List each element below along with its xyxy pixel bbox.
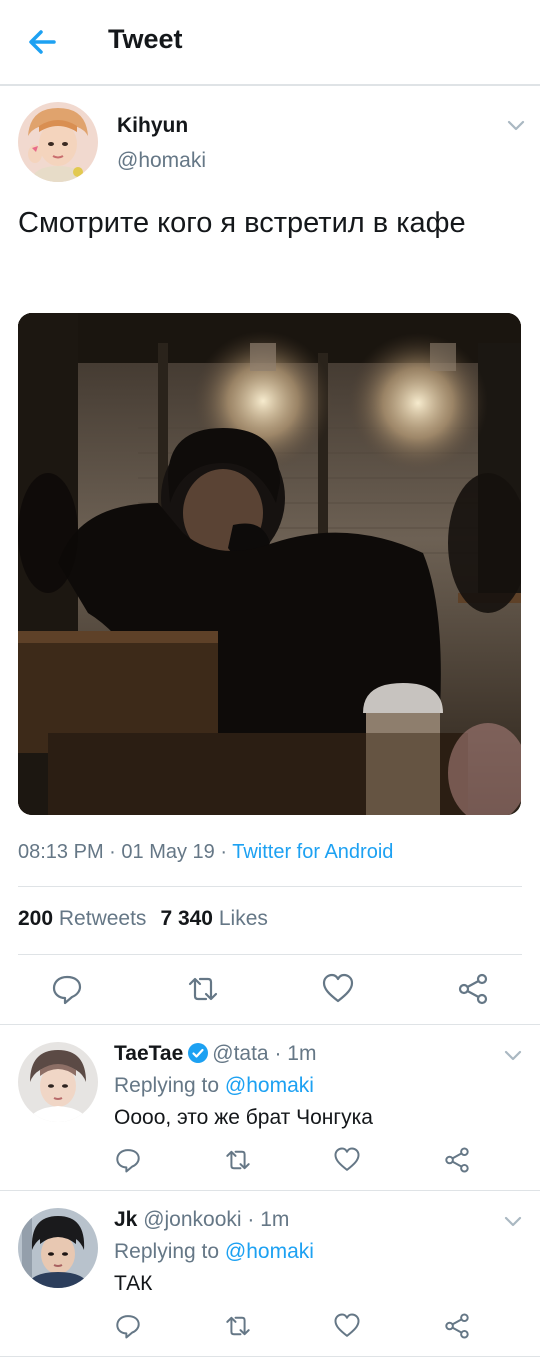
share-icon bbox=[458, 973, 488, 1005]
like-icon bbox=[334, 1313, 360, 1337]
page-title: Tweet bbox=[108, 24, 183, 54]
tweet-date: 01 May 19 bbox=[121, 841, 215, 863]
tweet-source-link[interactable]: Twitter for Android bbox=[232, 841, 393, 863]
reply-icon bbox=[52, 975, 82, 1005]
tweet-time: 08:13 PM bbox=[18, 841, 104, 863]
replying-label: Replying to bbox=[114, 1074, 220, 1097]
retweet-icon bbox=[226, 1150, 250, 1170]
meta-separator: · bbox=[241, 1208, 261, 1231]
meta-separator: · bbox=[214, 841, 233, 863]
reply-text: Оооо, это же брат Чонгука bbox=[114, 1106, 373, 1129]
reply-menu-button[interactable] bbox=[502, 1210, 524, 1232]
chevron-down-icon bbox=[504, 1050, 522, 1061]
chevron-down-icon bbox=[504, 1216, 522, 1227]
replying-to-link[interactable]: @homaki bbox=[225, 1074, 314, 1097]
author-handle[interactable]: @homaki bbox=[117, 149, 206, 173]
reply-author-handle[interactable]: @tata bbox=[212, 1042, 268, 1065]
reply-avatar[interactable] bbox=[18, 1042, 98, 1122]
top-bar: Tweet bbox=[0, 0, 540, 86]
tweet-menu-button[interactable] bbox=[505, 114, 527, 136]
reply-icon bbox=[116, 1315, 140, 1339]
reply-text: ТАК bbox=[114, 1272, 153, 1295]
like-button[interactable] bbox=[321, 972, 355, 1006]
reply-author-handle[interactable]: @jonkooki bbox=[143, 1208, 241, 1231]
tweet-stats: 200 Retweets 7 340 Likes bbox=[18, 907, 268, 931]
reply-tweet[interactable]: Jk @jonkooki · 1m Replying to @homaki ТА… bbox=[0, 1190, 540, 1356]
reply-menu-button[interactable] bbox=[502, 1044, 524, 1066]
meta-separator: · bbox=[268, 1042, 288, 1065]
tweet-author: Kihyun @homaki bbox=[0, 86, 540, 196]
replying-to: Replying to @homaki bbox=[114, 1074, 314, 1098]
tweet-photo[interactable] bbox=[18, 313, 521, 815]
retweets-stat[interactable]: 200 Retweets bbox=[18, 907, 146, 930]
like-icon bbox=[334, 1147, 360, 1171]
reply-button[interactable] bbox=[114, 1146, 142, 1174]
meta-separator: · bbox=[103, 841, 122, 863]
like-button[interactable] bbox=[333, 1146, 361, 1174]
reply-avatar[interactable] bbox=[18, 1208, 98, 1288]
retweet-icon bbox=[188, 977, 218, 1001]
reply-button[interactable] bbox=[114, 1312, 142, 1340]
chevron-down-icon bbox=[507, 120, 525, 131]
like-button[interactable] bbox=[333, 1312, 361, 1340]
likes-stat[interactable]: 7 340 Likes bbox=[160, 907, 267, 930]
retweets-label: Retweets bbox=[58, 907, 147, 930]
share-button[interactable] bbox=[443, 1146, 471, 1174]
reply-author-name[interactable]: Jk bbox=[114, 1208, 137, 1231]
share-button[interactable] bbox=[443, 1312, 471, 1340]
back-button[interactable] bbox=[22, 22, 62, 62]
reply-header: Jk @jonkooki · 1m bbox=[114, 1208, 289, 1232]
retweets-count: 200 bbox=[18, 907, 54, 930]
like-icon bbox=[322, 973, 354, 1003]
reply-icon bbox=[116, 1149, 140, 1173]
share-icon bbox=[445, 1313, 469, 1339]
divider bbox=[18, 954, 522, 955]
reply-button[interactable] bbox=[50, 972, 84, 1006]
likes-label: Likes bbox=[218, 907, 268, 930]
retweet-button[interactable] bbox=[224, 1312, 252, 1340]
divider bbox=[18, 886, 522, 887]
retweet-button[interactable] bbox=[186, 972, 220, 1006]
tweet-meta: 08:13 PM · 01 May 19 · Twitter for Andro… bbox=[18, 841, 393, 864]
share-button[interactable] bbox=[456, 972, 490, 1006]
author-avatar[interactable] bbox=[18, 102, 98, 182]
reply-tweet[interactable]: TaeTae @tata · 1m Replying to @homaki Ооо… bbox=[0, 1024, 540, 1190]
replying-to: Replying to @homaki bbox=[114, 1240, 314, 1264]
replying-label: Replying to bbox=[114, 1240, 220, 1263]
replying-to-link[interactable]: @homaki bbox=[225, 1240, 314, 1263]
arrow-left-icon bbox=[29, 30, 56, 54]
reply-time: 1m bbox=[287, 1042, 317, 1065]
tweet-text: Смотрите кого я встретил в кафе bbox=[18, 207, 466, 239]
reply-author-name[interactable]: TaeTae bbox=[114, 1042, 183, 1065]
share-icon bbox=[445, 1147, 469, 1173]
retweet-button[interactable] bbox=[224, 1146, 252, 1174]
likes-count: 7 340 bbox=[160, 907, 213, 930]
reply-header: TaeTae @tata · 1m bbox=[114, 1042, 316, 1066]
reply-time: 1m bbox=[260, 1208, 290, 1231]
retweet-icon bbox=[226, 1316, 250, 1336]
verified-badge-icon bbox=[188, 1043, 209, 1063]
author-name[interactable]: Kihyun bbox=[117, 114, 188, 138]
divider bbox=[0, 1356, 540, 1357]
